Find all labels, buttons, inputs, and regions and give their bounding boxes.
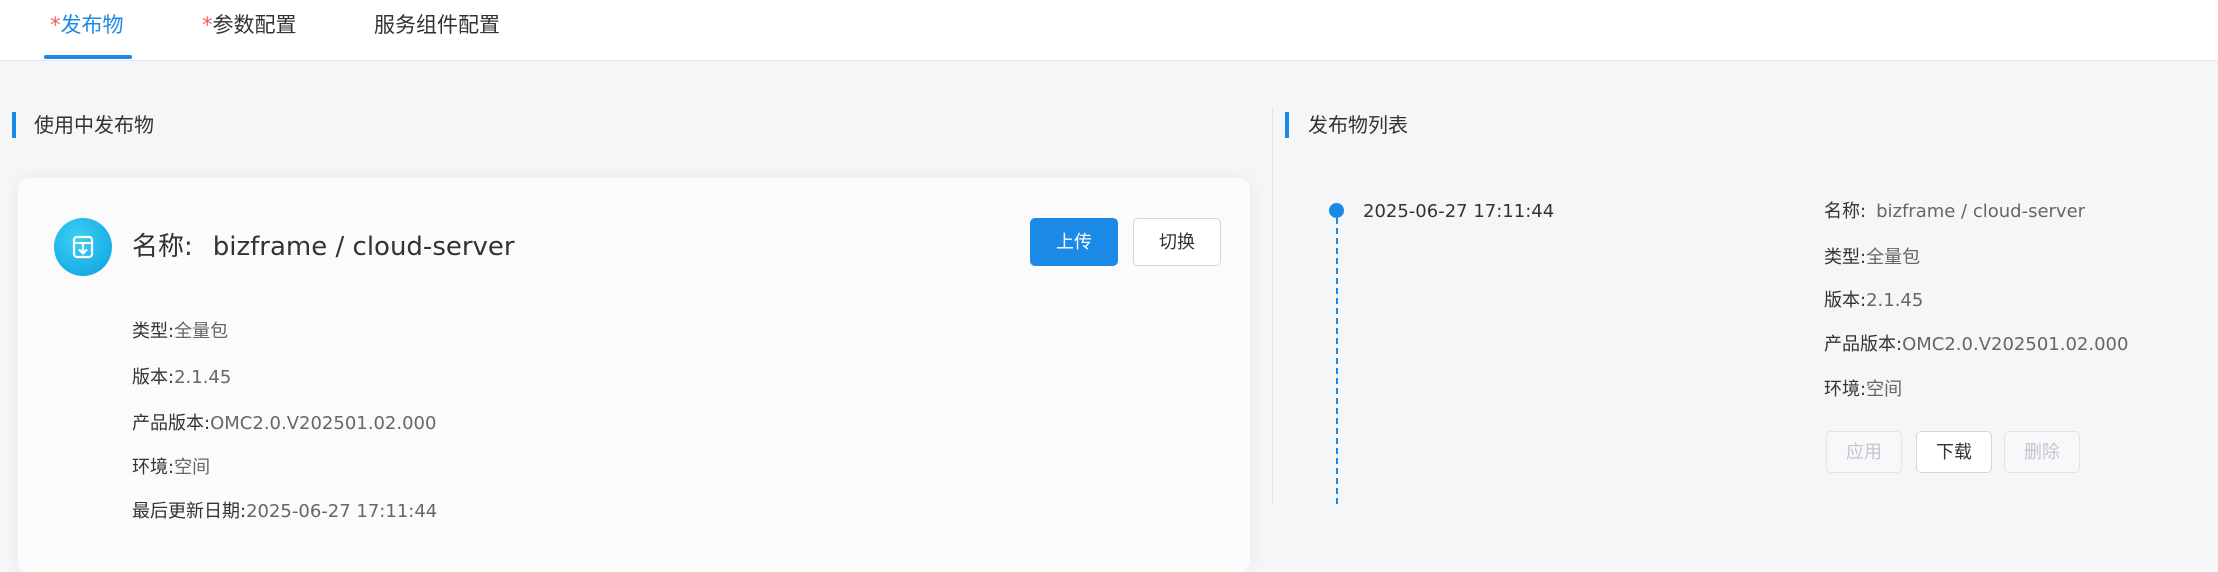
field-value: OMC2.0.V202501.02.000 [210, 413, 437, 434]
field-value: 空间 [1866, 379, 1903, 400]
field-type: 类型:全量包 [132, 320, 228, 344]
switch-button[interactable]: 切换 [1133, 218, 1221, 266]
list-field-product-version: 产品版本:OMC2.0.V202501.02.000 [1824, 333, 2128, 357]
field-product-version: 产品版本:OMC2.0.V202501.02.000 [132, 412, 436, 436]
field-label: 产品版本: [1824, 334, 1903, 355]
list-field-type: 类型:全量包 [1824, 246, 1920, 270]
name-value: bizframe / cloud-server [212, 232, 515, 262]
field-last-updated: 最后更新日期:2025-06-27 17:11:44 [132, 500, 437, 524]
timeline-date: 2025-06-27 17:11:44 [1363, 201, 1555, 222]
field-version: 版本:2.1.45 [132, 366, 231, 390]
field-value: OMC2.0.V202501.02.000 [1902, 334, 2129, 355]
field-label: 类型: [132, 321, 175, 342]
field-label: 类型: [1824, 247, 1867, 268]
field-label: 产品版本: [132, 413, 211, 434]
active-tab-indicator [44, 55, 132, 59]
field-label: 环境: [132, 457, 175, 478]
field-value: 2.1.45 [1866, 290, 1924, 311]
field-label: 环境: [1824, 379, 1867, 400]
artifact-name: 名称: bizframe / cloud-server [132, 230, 515, 264]
list-field-environment: 环境:空间 [1824, 378, 1902, 402]
field-value: 2025-06-27 17:11:44 [246, 501, 438, 522]
field-label: 版本: [1824, 290, 1867, 311]
field-value: 空间 [174, 457, 211, 478]
section-divider [1272, 108, 1273, 503]
required-mark: * [202, 13, 213, 37]
tab-label: 发布物 [60, 13, 124, 37]
tab-publish[interactable]: *发布物 [50, 12, 124, 38]
section-accent-bar [1285, 112, 1289, 138]
field-environment: 环境:空间 [132, 456, 210, 480]
section-title-list: 发布物列表 [1308, 113, 1408, 137]
field-value: bizframe / cloud-server [1876, 201, 2086, 222]
list-field-name: 名称: bizframe / cloud-server [1824, 200, 2085, 224]
section-accent-bar [12, 112, 16, 138]
field-label: 版本: [132, 367, 175, 388]
delete-button[interactable]: 删除 [2004, 431, 2080, 473]
tab-params[interactable]: *参数配置 [202, 12, 297, 38]
apply-button[interactable]: 应用 [1826, 431, 1902, 473]
required-mark: * [50, 13, 61, 37]
field-value: 全量包 [1866, 247, 1921, 268]
tab-bar: *发布物 *参数配置 服务组件配置 [0, 0, 2218, 61]
tab-label: 服务组件配置 [374, 13, 500, 37]
upload-button[interactable]: 上传 [1030, 218, 1118, 266]
tab-service-components[interactable]: 服务组件配置 [374, 12, 500, 38]
field-label: 最后更新日期: [132, 501, 247, 522]
field-value: 全量包 [174, 321, 229, 342]
list-field-version: 版本:2.1.45 [1824, 289, 1923, 313]
tab-label: 参数配置 [212, 13, 297, 37]
field-label: 名称: [1824, 201, 1867, 222]
section-title-current: 使用中发布物 [34, 113, 154, 137]
timeline-line [1336, 218, 1338, 504]
name-label: 名称: [132, 232, 193, 262]
download-button[interactable]: 下载 [1916, 431, 1992, 473]
package-download-icon [54, 218, 112, 276]
field-value: 2.1.45 [174, 367, 232, 388]
timeline-dot [1329, 203, 1344, 218]
